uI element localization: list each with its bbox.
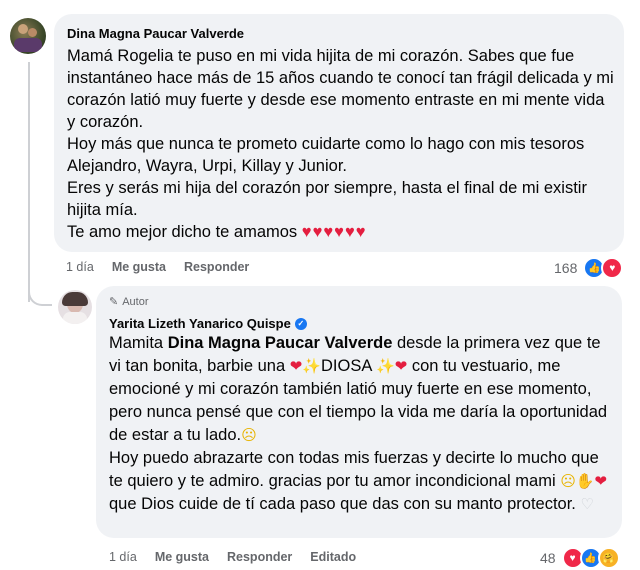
- like-button[interactable]: Me gusta: [112, 260, 166, 274]
- heart-emoji: ❤: [594, 473, 608, 490]
- white-heart-emoji: ♡: [580, 496, 594, 513]
- edited-label: Editado: [310, 550, 357, 564]
- author-badge: ✎ Autor: [109, 295, 149, 309]
- pencil-icon: ✎: [109, 296, 119, 308]
- reply-bubble: ✎ Autor Yarita Lizeth Yanarico Quispe ✓ …: [96, 286, 622, 538]
- reaction-count: 168: [554, 260, 578, 276]
- reply-reaction-summary[interactable]: 48 ♥ 👍 🤗: [540, 547, 620, 569]
- reply-reply-button[interactable]: Responder: [227, 550, 292, 564]
- mention-link[interactable]: Dina Magna Paucar Valverde: [168, 334, 393, 352]
- comment-time[interactable]: 1 día: [66, 260, 94, 274]
- commenter-avatar[interactable]: [10, 18, 46, 54]
- reply-text-segment: Mamita: [109, 334, 168, 352]
- sparkle-emoji: ✨: [302, 358, 321, 375]
- comment-bubble: Dina Magna Paucar Valverde Mamá Rogelia …: [54, 14, 624, 252]
- heart-emoji: ❤: [394, 358, 408, 375]
- crying-face-emoji: ☹: [241, 427, 257, 444]
- comment-actions: 1 día Me gusta Responder: [66, 260, 249, 274]
- heart-emoji: ❤: [289, 358, 303, 375]
- thread-connector: [28, 62, 30, 302]
- comment-author[interactable]: Dina Magna Paucar Valverde: [67, 26, 244, 41]
- reply-text: Mamita Dina Magna Paucar Valverde desde …: [109, 332, 609, 516]
- reply-text-segment: DIOSA: [320, 357, 372, 375]
- reply-like-button[interactable]: Me gusta: [155, 550, 209, 564]
- reply-button[interactable]: Responder: [184, 260, 249, 274]
- reply-author[interactable]: Yarita Lizeth Yanarico Quispe ✓: [109, 316, 307, 331]
- reply-avatar[interactable]: [58, 290, 92, 324]
- comment-paragraph: Te amo mejor dicho te amamos ♥♥♥♥♥♥: [67, 221, 615, 243]
- thread-connector-curve: [28, 282, 52, 306]
- author-badge-label: Autor: [122, 295, 149, 308]
- hands-emoji: ✋: [575, 473, 595, 490]
- care-reaction-icon: 🤗: [597, 547, 620, 569]
- love-reaction-icon: ♥: [601, 257, 624, 279]
- comment-text: Mamá Rogelia te puso en mi vida hijita d…: [67, 45, 615, 243]
- reply-paragraph: Mamita Dina Magna Paucar Valverde desde …: [109, 332, 609, 447]
- pleading-face-emoji: ☹: [560, 473, 576, 490]
- reply-actions: 1 día Me gusta Responder Editado: [109, 550, 356, 564]
- sparkle-emoji: ✨: [376, 358, 395, 375]
- comment-last-line: Te amo mejor dicho te amamos: [67, 223, 298, 241]
- reply-reaction-count: 48: [540, 550, 556, 566]
- reply-text-segment: que Dios cuide de tí cada paso que das c…: [109, 495, 576, 513]
- reply-paragraph: Hoy puedo abrazarte con todas mis fuerza…: [109, 447, 609, 516]
- hearts-emoji: ♥♥♥♥♥♥: [301, 223, 367, 241]
- reply-text-segment: Hoy puedo abrazarte con todas mis fuerza…: [109, 449, 599, 490]
- reaction-summary[interactable]: 168 👍 ♥: [554, 257, 624, 279]
- reply-time[interactable]: 1 día: [109, 550, 137, 564]
- comment-paragraph: Mamá Rogelia te puso en mi vida hijita d…: [67, 47, 614, 131]
- comment-paragraph: Hoy más que nunca te prometo cuidarte co…: [67, 135, 585, 175]
- comment-paragraph: Eres y serás mi hija del corazón por sie…: [67, 179, 587, 219]
- verified-badge-icon: ✓: [294, 317, 307, 330]
- reply-author-name[interactable]: Yarita Lizeth Yanarico Quispe: [109, 316, 291, 331]
